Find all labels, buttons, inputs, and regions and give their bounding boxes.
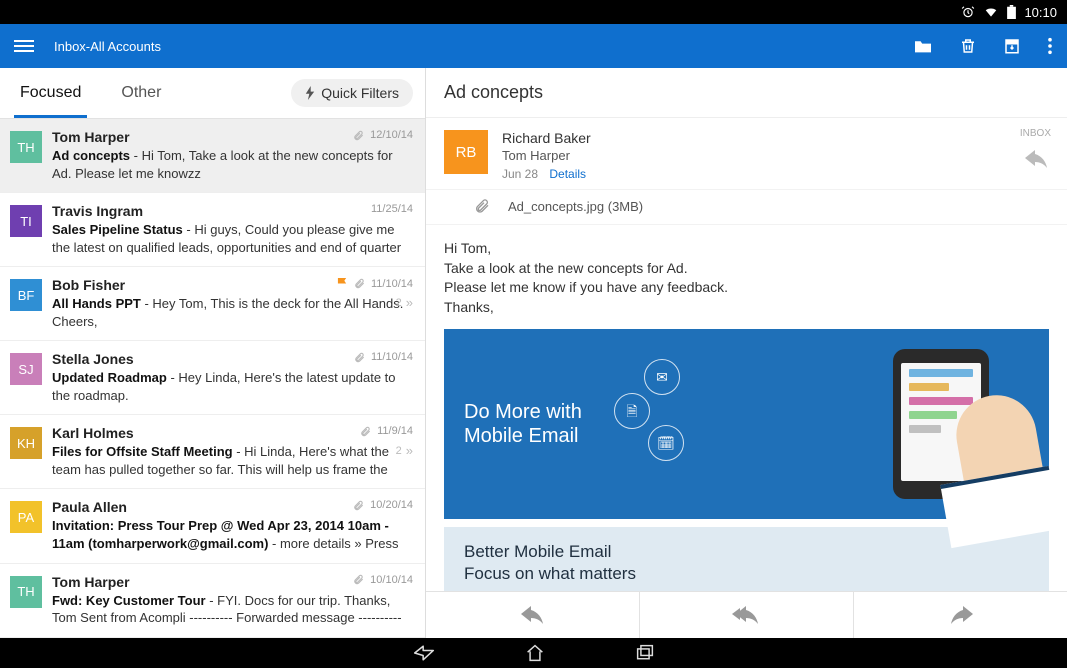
mail-body: Hi Tom, Take a look at the new concepts … (426, 225, 1067, 591)
tab-other[interactable]: Other (101, 68, 181, 118)
message-sender: Travis Ingram (52, 203, 413, 219)
wifi-icon (983, 5, 999, 19)
thread-count: 2» (396, 295, 413, 310)
message-meta: 12/10/14 (353, 129, 413, 141)
attachment-icon (360, 426, 371, 437)
mail-subject: Ad concepts (426, 68, 1067, 118)
avatar: SJ (10, 353, 42, 385)
message-snippet: Sales Pipeline Status - Hi guys, Could y… (52, 221, 413, 256)
paperclip-icon (474, 198, 490, 214)
message-meta: 10/10/14 (353, 574, 413, 586)
mail-circle-icon: ✉ (644, 359, 680, 395)
appbar-title: Inbox-All Accounts (54, 39, 887, 54)
message-meta: 11/10/14 (337, 277, 413, 290)
inbox-tabs: Focused Other Quick Filters (0, 68, 425, 119)
tab-focused[interactable]: Focused (0, 68, 101, 118)
reply-button[interactable] (426, 592, 640, 638)
message-snippet: Invitation: Press Tour Prep @ Wed Apr 23… (52, 517, 413, 552)
message-list-pane: Focused Other Quick Filters THTom Harper… (0, 68, 426, 638)
message-row[interactable]: KH Karl Holmes Files for Offsite Staff Mee… (0, 415, 425, 489)
avatar: KH (10, 427, 42, 459)
alarm-icon (961, 5, 975, 19)
overflow-menu-icon[interactable] (1047, 37, 1053, 55)
avatar: BF (10, 279, 42, 311)
folder-badge: INBOX (1020, 128, 1051, 139)
body-line: Please let me know if you have any feedb… (444, 278, 1049, 298)
message-snippet: Files for Offsite Staff Meeting - Hi Lin… (52, 443, 413, 478)
message-date: 11/10/14 (371, 351, 413, 363)
archive-icon[interactable] (1003, 37, 1021, 55)
message-snippet: All Hands PPT - Hey Tom, This is the dec… (52, 295, 413, 330)
delete-icon[interactable] (959, 37, 977, 55)
quick-filters-label: Quick Filters (321, 85, 399, 101)
message-meta: 11/10/14 (354, 351, 413, 363)
message-snippet: Fwd: Key Customer Tour - FYI. Docs for o… (52, 592, 413, 627)
mail-header: RB Richard Baker Tom Harper Jun 28 Detai… (426, 118, 1067, 189)
forward-button[interactable] (854, 592, 1067, 638)
message-row[interactable]: PAPaula AllenInvitation: Press Tour Prep… (0, 489, 425, 563)
battery-icon (1007, 5, 1016, 19)
status-time: 10:10 (1024, 5, 1057, 20)
thread-count: 2» (396, 443, 413, 458)
lightning-icon (305, 86, 315, 100)
quick-filters-button[interactable]: Quick Filters (291, 79, 413, 107)
details-link[interactable]: Details (549, 167, 586, 181)
app-bar: Inbox-All Accounts (0, 24, 1067, 68)
calendar-circle-icon: 🗓 (648, 425, 684, 461)
message-date: 11/25/14 (371, 203, 413, 215)
home-button[interactable] (525, 644, 545, 662)
message-snippet: Updated Roadmap - Hey Linda, Here's the … (52, 369, 413, 404)
avatar: TH (10, 131, 42, 163)
attachment-icon (353, 574, 364, 585)
message-row[interactable]: THTom HarperAd concepts - Hi Tom, Take a… (0, 119, 425, 193)
avatar: TH (10, 576, 42, 608)
reading-pane: Ad concepts RB Richard Baker Tom Harper … (426, 68, 1067, 638)
message-date: 12/10/14 (370, 129, 413, 141)
message-list[interactable]: THTom HarperAd concepts - Hi Tom, Take a… (0, 119, 425, 638)
mail-date: Jun 28 (502, 167, 538, 181)
android-status-bar: 10:10 (0, 0, 1067, 24)
flag-icon (337, 277, 348, 290)
attachment-icon (354, 278, 365, 289)
notes-circle-icon: 🗎 (614, 393, 650, 429)
attachment-icon (353, 130, 364, 141)
body-line: Thanks, (444, 298, 1049, 318)
promo-image-1: Do More with Mobile Email ✉ 🗎 🗓 (444, 329, 1049, 519)
mail-from: Richard Baker (502, 130, 591, 146)
body-line: Take a look at the new concepts for Ad. (444, 259, 1049, 279)
message-date: 11/9/14 (377, 425, 413, 437)
message-date: 10/20/14 (370, 499, 413, 511)
attachment-icon (353, 500, 364, 511)
attachment-icon (354, 352, 365, 363)
message-row[interactable]: TI Travis Ingram Sales Pipeline Status - H… (0, 193, 425, 267)
attachment-row[interactable]: Ad_concepts.jpg (3MB) (426, 189, 1067, 225)
sender-avatar: RB (444, 130, 488, 174)
android-nav-bar (0, 638, 1067, 668)
message-row[interactable]: SJStella JonesUpdated Roadmap - Hey Lind… (0, 341, 425, 415)
reply-all-button[interactable] (640, 592, 854, 638)
message-sender: Karl Holmes (52, 425, 413, 441)
message-meta: 11/9/14 (360, 425, 413, 437)
message-meta: 10/20/14 (353, 499, 413, 511)
menu-button[interactable] (14, 37, 34, 55)
message-meta: 11/25/14 (371, 203, 413, 215)
message-row[interactable]: THTom HarperFwd: Key Customer Tour - FYI… (0, 564, 425, 638)
recent-apps-button[interactable] (635, 644, 655, 662)
message-snippet: Ad concepts - Hi Tom, Take a look at the… (52, 147, 413, 182)
avatar: PA (10, 501, 42, 533)
message-row[interactable]: BFBob FisherAll Hands PPT - Hey Tom, Thi… (0, 267, 425, 341)
mail-action-bar (426, 591, 1067, 638)
avatar: TI (10, 205, 42, 237)
mail-to: Tom Harper (502, 148, 591, 163)
body-line: Hi Tom, (444, 239, 1049, 259)
message-date: 10/10/14 (370, 574, 413, 586)
folder-icon[interactable] (913, 38, 933, 54)
back-button[interactable] (413, 644, 435, 662)
message-date: 11/10/14 (371, 278, 413, 290)
attachment-name: Ad_concepts.jpg (3MB) (508, 199, 643, 214)
reply-icon[interactable] (1025, 150, 1049, 168)
